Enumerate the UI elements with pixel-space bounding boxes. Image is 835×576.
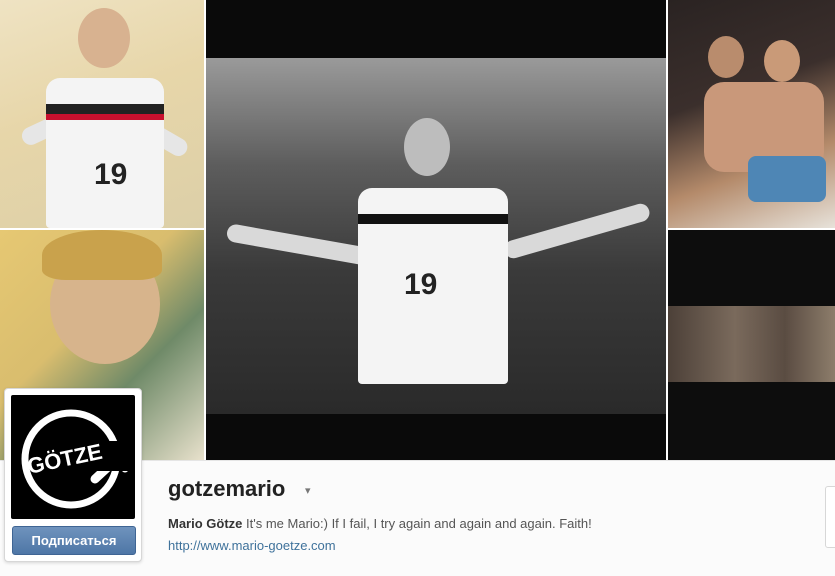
follow-button[interactable]: Подписаться <box>12 526 136 555</box>
avatar[interactable]: GÖTZE <box>11 395 135 519</box>
website-link[interactable]: http://www.mario-goetze.com <box>168 538 336 553</box>
group-figure <box>704 36 828 226</box>
gotze-logo-icon: GÖTZE <box>21 409 133 509</box>
photo-tile-5[interactable] <box>668 230 835 460</box>
right-edge-button[interactable] <box>825 486 835 548</box>
photo-tile-1[interactable]: 19 <box>0 0 204 228</box>
chevron-down-icon[interactable]: ▾ <box>305 484 311 497</box>
avatar-card: GÖTZE Подписаться <box>4 388 142 562</box>
main-shirt-number: 19 <box>404 268 438 301</box>
bio-name: Mario Götze <box>168 516 243 531</box>
main-player-figure: 19 <box>225 118 652 418</box>
shirt-number: 19 <box>94 158 128 191</box>
player-figure: 19 <box>19 8 191 228</box>
photo-tile-4[interactable] <box>668 0 835 228</box>
photo-tile-main[interactable]: 19 <box>206 0 666 460</box>
bio: Mario Götze It's me Mario:) If I fail, I… <box>168 516 592 531</box>
crowd-strip <box>668 306 835 382</box>
bio-text: It's me Mario:) If I fail, I try again a… <box>242 516 592 531</box>
stadium-background: 19 <box>206 58 666 414</box>
hair-shape <box>42 230 162 280</box>
username[interactable]: gotzemario <box>168 476 285 502</box>
